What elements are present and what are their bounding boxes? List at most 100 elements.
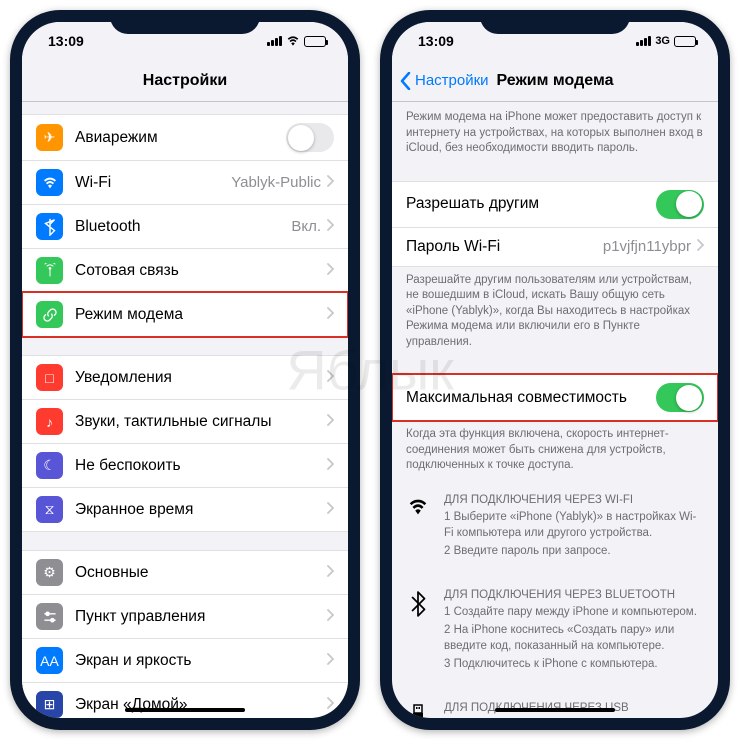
hotspot-icon [36,301,63,328]
row-label: Wi-Fi [75,174,231,192]
airplane-icon: ✈ [36,124,63,151]
airplane-toggle[interactable] [286,123,334,152]
max-compat-toggle[interactable] [656,383,704,412]
general-icon: ⚙ [36,559,63,586]
settings-row-airplane[interactable]: ✈ Авиарежим [22,114,348,160]
row-label: Экранное время [75,501,327,519]
settings-list[interactable]: ✈АвиарежимWi-FiYablyk-PublicBluetoothВкл… [22,102,348,718]
wifi-icon [406,496,430,561]
instruction-bluetooth: ДЛЯ ПОДКЛЮЧЕНИЯ ЧЕРЕЗ BLUETOOTH 1 Создайт… [392,575,718,688]
status-time: 13:09 [48,33,84,49]
home-icon: ⊞ [36,691,63,718]
bluetooth-icon [36,213,63,240]
nav-bar: Настройки [22,60,348,102]
back-button[interactable]: Настройки [400,72,489,90]
screentime-icon: ⧖ [36,496,63,523]
wifi-password-value: p1vjfjn11ybpr [603,238,691,255]
instruction-wifi: ДЛЯ ПОДКЛЮЧЕНИЯ ЧЕРЕЗ WI-FI1 Выберите «i… [392,480,718,575]
allow-others-row[interactable]: Разрешать другим [392,181,718,227]
chevron-right-icon [327,652,334,670]
signal-icon [267,36,282,46]
notch [480,10,630,34]
nav-bar: Настройки Режим модема [392,60,718,102]
settings-row-hotspot[interactable]: Режим модема [22,292,348,337]
chevron-right-icon [327,608,334,626]
allow-footer: Разрешайте другим пользователям или устр… [392,267,718,357]
status-time: 13:09 [418,33,454,49]
compat-footer: Когда эта функция включена, скорость инт… [392,421,718,480]
instr-title: ДЛЯ ПОДКЛЮЧЕНИЯ ЧЕРЕЗ BLUETOOTH [444,589,704,601]
screen-right: 13:09 3G Настройки Режим модема Режим мо… [392,22,718,718]
settings-row-wifi[interactable]: Wi-FiYablyk-Public [22,160,348,204]
row-label: Авиарежим [75,129,286,147]
chevron-right-icon [327,413,334,431]
sounds-icon: ♪ [36,408,63,435]
wifi-password-row[interactable]: Пароль Wi-Fi p1vjfjn11ybpr [392,227,718,267]
chevron-right-icon [327,696,334,714]
settings-row-dnd[interactable]: ☾ Не беспокоить [22,443,348,487]
settings-row-bluetooth[interactable]: BluetoothВкл. [22,204,348,248]
notifications-icon: □ [36,364,63,391]
instruction-usb: ДЛЯ ПОДКЛЮЧЕНИЯ ЧЕРЕЗ USB1 Подключите iP… [392,688,718,718]
allow-others-toggle[interactable] [656,190,704,219]
chevron-right-icon [327,501,334,519]
notch [110,10,260,34]
chevron-right-icon [327,262,334,280]
row-label: Режим модема [75,306,327,324]
allow-others-label: Разрешать другим [406,195,656,213]
settings-row-screentime[interactable]: ⧖ Экранное время [22,487,348,532]
settings-row-notifications[interactable]: □ Уведомления [22,355,348,399]
settings-row-general[interactable]: ⚙Основные [22,550,348,594]
home-indicator[interactable] [125,708,245,712]
usb-icon [406,704,430,718]
control-icon [36,603,63,630]
instr-line: 3 Подключитесь к iPhone с компьютера. [444,656,704,672]
dnd-icon: ☾ [36,452,63,479]
battery-icon [304,36,326,47]
page-title: Режим модема [497,72,614,90]
row-label: Сотовая связь [75,262,327,280]
cellular-icon [36,257,63,284]
phone-left: 13:09 Настройки ✈ Авиарежим Wi-FiYablyk-Pu… [10,10,360,730]
screen-left: 13:09 Настройки ✈ Авиарежим Wi-FiYablyk-Pu… [22,22,348,718]
home-indicator[interactable] [495,708,615,712]
phone-right: 13:09 3G Настройки Режим модема Режим мо… [380,10,730,730]
chevron-right-icon [327,369,334,387]
instr-line: 2 Введите пароль при запросе. [444,543,704,559]
settings-row-home[interactable]: ⊞Экран «Домой» [22,682,348,718]
row-detail: Вкл. [291,218,321,235]
back-label: Настройки [415,72,489,89]
settings-row-sounds[interactable]: ♪ Звуки, тактильные сигналы [22,399,348,443]
signal-icon [636,36,651,46]
row-detail: Yablyk-Public [231,174,321,191]
instr-line: 1 Создайте пару между iPhone и компьютер… [444,604,704,620]
display-icon: AA [36,647,63,674]
chevron-right-icon [327,457,334,475]
page-title: Настройки [143,72,227,90]
battery-icon [674,36,696,47]
settings-row-display[interactable]: AA Экран и яркость [22,638,348,682]
chevron-right-icon [327,218,334,236]
row-label: Экран и яркость [75,652,327,670]
bluetooth-icon [406,591,430,674]
wifi-icon [36,169,63,196]
max-compat-row[interactable]: Максимальная совместимость [392,374,718,421]
chevron-right-icon [327,306,334,324]
instr-line: 1 Выберите «iPhone (Yablyk)» в настройка… [444,509,704,541]
wifi-status-icon [286,34,300,48]
hotspot-content[interactable]: Режим модема на iPhone может предоставит… [392,102,718,718]
row-label: Пункт управления [75,608,327,626]
chevron-right-icon [327,174,334,192]
instr-line: 2 На iPhone коснитесь «Создать пару» или… [444,622,704,654]
settings-row-cellular[interactable]: Сотовая связь [22,248,348,292]
row-label: Не беспокоить [75,457,327,475]
row-label: Уведомления [75,369,327,387]
intro-text: Режим модема на iPhone может предоставит… [392,102,718,163]
settings-row-control[interactable]: Пункт управления [22,594,348,638]
instr-line: 1 Подключите iPhone к компьютеру. [444,717,704,718]
network-label: 3G [655,35,670,47]
chevron-right-icon [697,238,704,256]
row-label: Звуки, тактильные сигналы [75,413,327,431]
max-compat-label: Максимальная совместимость [406,389,656,407]
wifi-password-label: Пароль Wi-Fi [406,238,603,256]
